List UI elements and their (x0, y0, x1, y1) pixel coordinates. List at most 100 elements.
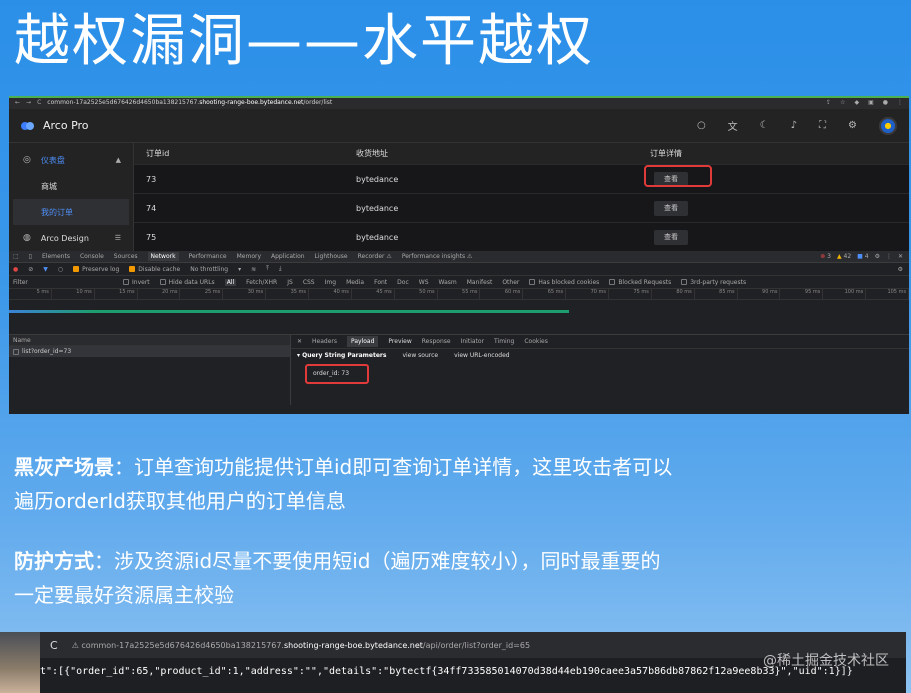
upload-icon[interactable]: ⤒ (266, 265, 269, 273)
filter-type-ws[interactable]: WS (419, 279, 429, 286)
extension-icon[interactable]: ◆ (854, 99, 859, 106)
filter-type-font[interactable]: Font (374, 279, 387, 286)
theme-moon-icon[interactable]: ☾ (760, 120, 769, 131)
timeline-tick-label: 50 ms (395, 289, 438, 299)
back-icon[interactable]: ← (15, 99, 20, 106)
search-icon[interactable]: ○ (58, 266, 63, 273)
timeline-tick-label: 60 ms (480, 289, 524, 299)
address-bar[interactable]: ⚠ common-17a2525e5d676426d4650ba13821576… (72, 641, 530, 650)
download-icon[interactable]: ⤓ (279, 265, 282, 273)
view-order-button[interactable]: 查看 (654, 229, 688, 245)
tab-network[interactable]: Network (147, 252, 179, 261)
dashboard-icon: ◎ (23, 155, 31, 165)
language-icon[interactable]: 文 (728, 118, 738, 133)
third-party-checkbox[interactable]: 3rd-party requests (681, 279, 746, 286)
filter-type-other[interactable]: Other (502, 279, 519, 286)
browser-window-order-list: ← → C common-17a2525e5d676426d4650ba1382… (9, 96, 909, 414)
timeline-overview[interactable] (9, 300, 909, 335)
filter-input[interactable]: Filter (13, 279, 113, 286)
sidebar-item-dashboard[interactable]: ◎ 仪表盘 ▲ (9, 147, 133, 173)
tab-preview[interactable]: Preview (388, 338, 411, 345)
tab-payload[interactable]: Payload (347, 336, 379, 347)
share-icon[interactable]: ⇪ (826, 99, 831, 106)
wifi-icon[interactable]: ≋ (251, 266, 256, 273)
settings-gear-icon[interactable]: ⚙ (848, 120, 857, 131)
tab-console[interactable]: Console (80, 253, 104, 260)
disable-cache-checkbox[interactable]: Disable cache (129, 266, 180, 273)
view-url-encoded-link[interactable]: view URL-encoded (454, 352, 509, 359)
reload-icon[interactable]: C (37, 99, 41, 106)
search-icon[interactable]: ○ (697, 120, 706, 131)
view-source-link[interactable]: view source (402, 352, 438, 359)
query-string-title[interactable]: ▾ Query String Parameters (297, 352, 386, 359)
filter-bar: Filter Invert Hide data URLs All Fetch/X… (9, 276, 909, 289)
sidebar-item-mall[interactable]: 商城 (9, 173, 133, 199)
filter-type-js[interactable]: JS (287, 279, 293, 286)
throttling-select[interactable]: No throttling (190, 266, 228, 273)
invert-checkbox[interactable]: Invert (123, 279, 150, 286)
tab-cookies[interactable]: Cookies (524, 338, 548, 345)
tab-sources[interactable]: Sources (114, 253, 138, 260)
sidebar-item-label: 我的订单 (41, 207, 73, 217)
clear-icon[interactable]: ⊘ (28, 266, 33, 273)
collapse-icon[interactable]: ☰ (115, 234, 121, 242)
request-detail: ✕ Headers Payload Preview Response Initi… (291, 335, 909, 405)
name-column-header[interactable]: Name (9, 335, 290, 346)
close-icon[interactable]: ✕ (898, 253, 903, 260)
tab-elements[interactable]: Elements (42, 253, 70, 260)
avatar[interactable]: ● (879, 116, 897, 135)
view-order-button[interactable]: 查看 (654, 200, 688, 216)
request-name: list?order_id=73 (22, 348, 72, 355)
error-count[interactable]: ⊗ 3 (820, 253, 831, 260)
warning-count[interactable]: ▲ 42 (837, 253, 851, 260)
filter-icon[interactable]: ▼ (43, 266, 48, 273)
hide-data-urls-checkbox[interactable]: Hide data URLs (159, 279, 215, 286)
more-icon[interactable]: ⋮ (886, 253, 892, 260)
sidebar-item-arco-design[interactable]: ◍ Arco Design ☰ (9, 225, 133, 251)
tab-initiator[interactable]: Initiator (461, 338, 484, 345)
blocked-cookies-checkbox[interactable]: Has blocked cookies (529, 279, 599, 286)
extension-icon[interactable]: ▣ (868, 99, 874, 106)
tab-recorder[interactable]: Recorder ⚠ (358, 253, 392, 260)
inspect-icon[interactable]: ⬚ (13, 253, 19, 260)
tab-performance[interactable]: Performance (189, 253, 227, 260)
tab-memory[interactable]: Memory (237, 253, 261, 260)
tab-response[interactable]: Response (422, 338, 451, 345)
fullscreen-icon[interactable]: ⛶ (819, 120, 826, 131)
filter-type-css[interactable]: CSS (303, 279, 315, 286)
settings-gear-icon[interactable]: ⚙ (875, 253, 880, 260)
preserve-log-checkbox[interactable]: Preserve log (73, 266, 119, 273)
record-icon[interactable]: ● (13, 266, 18, 273)
filter-type-img[interactable]: Img (325, 279, 336, 286)
presenter-webcam (0, 632, 40, 693)
tab-application[interactable]: Application (271, 253, 305, 260)
tab-headers[interactable]: Headers (312, 338, 337, 345)
tab-timing[interactable]: Timing (494, 338, 514, 345)
sidebar-item-my-orders[interactable]: 我的订单 (13, 199, 129, 225)
close-icon[interactable]: ✕ (297, 338, 302, 345)
chevron-down-icon[interactable]: ▾ (238, 266, 241, 273)
blocked-requests-checkbox[interactable]: Blocked Requests (609, 279, 671, 286)
tab-performance-insights[interactable]: Performance insights ⚠ (402, 253, 473, 260)
filter-type-wasm[interactable]: Wasm (439, 279, 457, 286)
filter-type-manifest[interactable]: Manifest (467, 279, 493, 286)
bookmark-icon[interactable]: ☆ (840, 99, 845, 106)
protect-label: 防护方式 (14, 549, 94, 573)
menu-icon[interactable]: ⋮ (897, 99, 903, 106)
reload-icon[interactable]: C (50, 639, 58, 652)
filter-type-doc[interactable]: Doc (397, 279, 409, 286)
device-icon[interactable]: ▯ (29, 253, 32, 260)
filter-type-media[interactable]: Media (346, 279, 364, 286)
forward-icon[interactable]: → (26, 99, 31, 106)
checkbox-unchecked-icon (13, 348, 19, 355)
tab-lighthouse[interactable]: Lighthouse (315, 253, 348, 260)
settings-gear-icon[interactable]: ⚙ (898, 266, 909, 273)
devtools-tabs: ⬚ ▯ Elements Console Sources Network Per… (9, 251, 909, 263)
filter-type-all[interactable]: All (224, 278, 237, 286)
notification-bell-icon[interactable]: ♪ (791, 120, 797, 131)
info-count[interactable]: ■ 4 (857, 253, 868, 260)
request-row[interactable]: list?order_id=73 (9, 346, 290, 357)
profile-icon[interactable]: ● (883, 99, 888, 106)
address-bar[interactable]: common-17a2525e5d676426d4650ba138215767.… (47, 99, 332, 106)
filter-type-fetch-xhr[interactable]: Fetch/XHR (246, 279, 277, 286)
